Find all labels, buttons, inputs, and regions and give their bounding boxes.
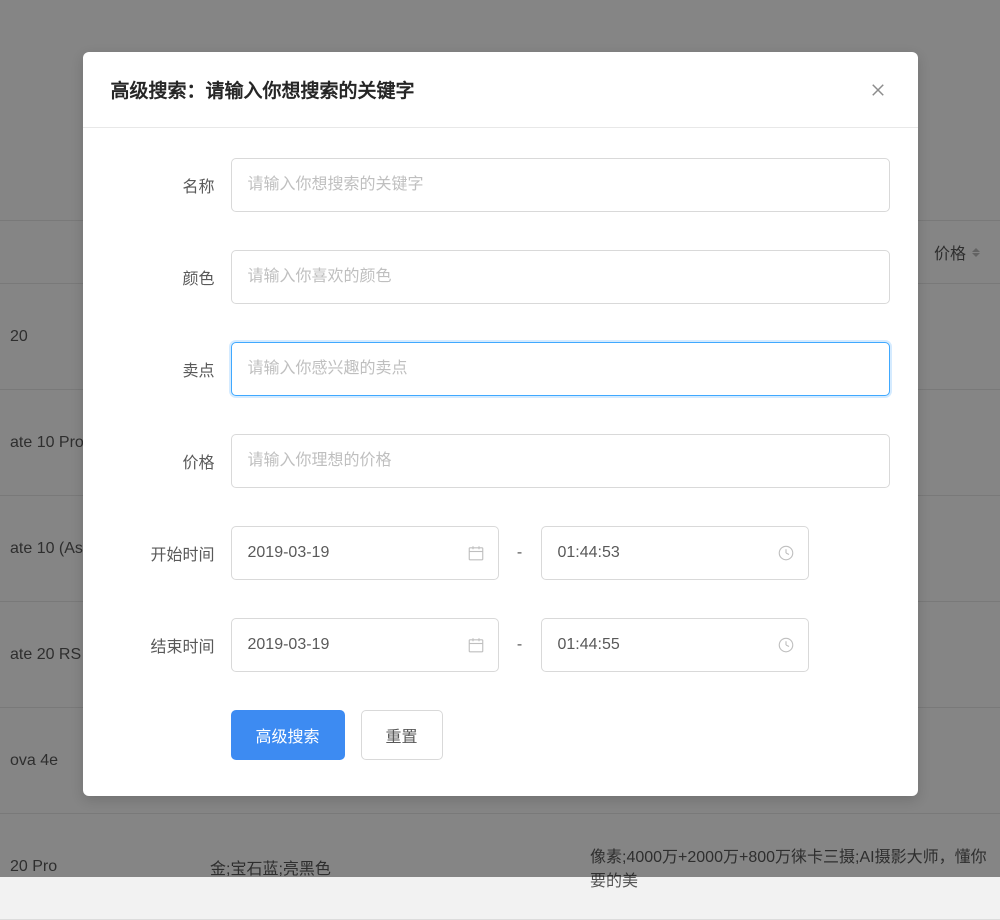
start-date-input[interactable] — [231, 526, 499, 580]
color-input[interactable] — [231, 250, 890, 304]
clock-icon — [777, 636, 795, 654]
start-time-input[interactable] — [541, 526, 809, 580]
name-input[interactable] — [231, 158, 890, 212]
price-input[interactable] — [231, 434, 890, 488]
range-separator: - — [499, 636, 541, 654]
close-button[interactable] — [866, 78, 890, 102]
clock-icon — [777, 544, 795, 562]
form-row-name: 名称 — [111, 158, 890, 212]
form-row-end-time: 结束时间 - — [111, 618, 890, 672]
label-end-time: 结束时间 — [111, 633, 231, 657]
calendar-icon — [467, 544, 485, 562]
modal-overlay[interactable]: 高级搜索：请输入你想搜索的关键字 名称 颜色 — [0, 0, 1000, 877]
close-icon — [869, 81, 887, 99]
feature-input[interactable] — [231, 342, 890, 396]
submit-button[interactable]: 高级搜索 — [231, 710, 345, 760]
label-name: 名称 — [111, 173, 231, 197]
range-separator: - — [499, 544, 541, 562]
reset-button[interactable]: 重置 — [361, 710, 443, 760]
advanced-search-modal: 高级搜索：请输入你想搜索的关键字 名称 颜色 — [83, 52, 918, 796]
form-row-start-time: 开始时间 - — [111, 526, 890, 580]
modal-body: 名称 颜色 卖点 价格 — [83, 128, 918, 796]
modal-title: 高级搜索：请输入你想搜索的关键字 — [111, 76, 415, 103]
calendar-icon — [467, 636, 485, 654]
end-date-input[interactable] — [231, 618, 499, 672]
label-start-time: 开始时间 — [111, 541, 231, 565]
label-feature: 卖点 — [111, 357, 231, 381]
form-row-feature: 卖点 — [111, 342, 890, 396]
modal-header: 高级搜索：请输入你想搜索的关键字 — [83, 52, 918, 128]
form-row-price: 价格 — [111, 434, 890, 488]
form-row-buttons: 高级搜索 重置 — [111, 710, 890, 760]
label-price: 价格 — [111, 449, 231, 473]
label-color: 颜色 — [111, 265, 231, 289]
form-row-color: 颜色 — [111, 250, 890, 304]
end-time-input[interactable] — [541, 618, 809, 672]
